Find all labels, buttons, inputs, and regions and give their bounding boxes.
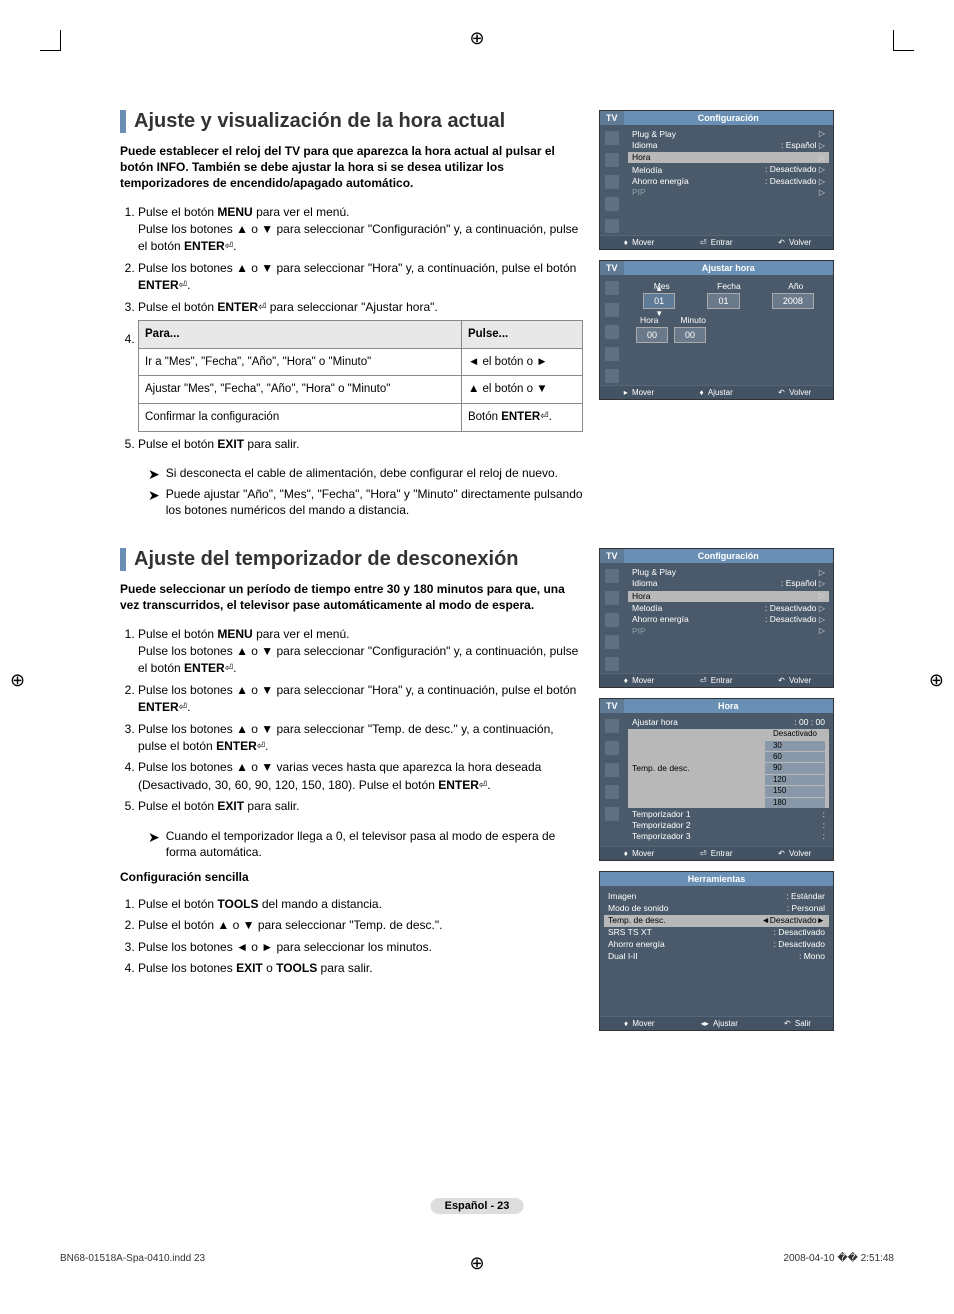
osd-configuracion: TVConfiguración Plug & Play▷ Idioma: Esp…	[599, 548, 834, 688]
intro-text: Puede seleccionar un período de tiempo e…	[120, 581, 583, 613]
osd-ajustar-hora: TVAjustar hora MesFechaAño ▲01▼ 01 2008 …	[599, 260, 834, 400]
registration-mark: ⊕	[929, 670, 944, 691]
step-list: Pulse el botón MENU para ver el menú. Pu…	[120, 204, 583, 453]
note-arrow-icon: ➤	[148, 486, 160, 518]
osd-herramientas: Herramientas Imagen: Estándar Modo de so…	[599, 871, 834, 1031]
section-title: Ajuste del temporizador de desconexión	[120, 548, 583, 571]
osd-configuracion: TVConfiguración Plug & Play▷ Idioma: Esp…	[599, 110, 834, 250]
section-title: Ajuste y visualización de la hora actual	[120, 110, 583, 133]
print-metadata: BN68-01518A-Spa-0410.indd 232008-04-10 �…	[60, 1253, 894, 1264]
action-table: Para...Pulse... Ir a "Mes", "Fecha", "Añ…	[138, 320, 583, 432]
registration-mark: ⊕	[469, 28, 484, 49]
registration-mark: ⊕	[10, 670, 25, 691]
step-list: Pulse el botón MENU para ver el menú. Pu…	[120, 626, 583, 816]
note-arrow-icon: ➤	[148, 465, 160, 484]
subheading: Configuración sencilla	[120, 870, 583, 884]
step-list: Pulse el botón TOOLS del mando a distanc…	[120, 896, 583, 978]
intro-text: Puede establecer el reloj del TV para qu…	[120, 143, 583, 192]
page-number: Español - 23	[431, 1198, 524, 1214]
note-arrow-icon: ➤	[148, 828, 160, 860]
osd-hora: TVHora Ajustar hora: 00 : 00 Temp. de de…	[599, 698, 834, 861]
